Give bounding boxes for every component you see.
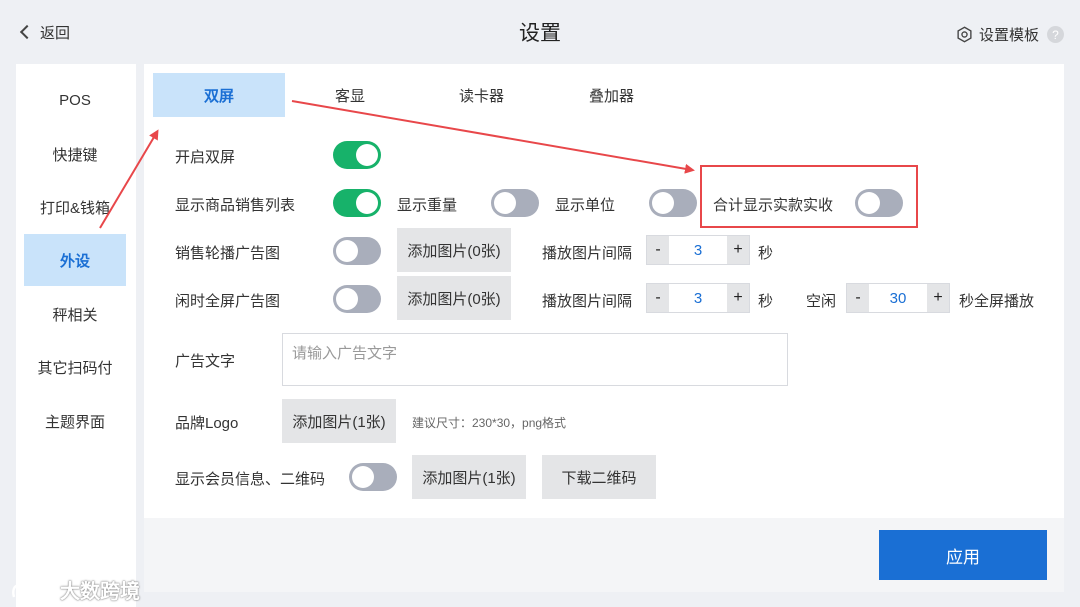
sidebar-item-shortcuts[interactable]: 快捷键 <box>24 128 126 180</box>
decrement-button[interactable]: - <box>647 236 669 264</box>
sidebar-item-scale[interactable]: 秤相关 <box>24 288 126 340</box>
watermark: 大数跨境 <box>10 575 140 604</box>
brand-size-hint: 建议尺寸：230*30，png格式 <box>412 416 567 430</box>
idle-fullscreen-label: 闲时全屏广告图 <box>175 293 281 310</box>
sidebar-item-print-cashbox[interactable]: 打印&钱箱 <box>24 181 126 233</box>
toggle-knob <box>356 192 378 214</box>
increment-button[interactable]: + <box>727 236 749 264</box>
sidebar-item-other-scan-pay[interactable]: 其它扫码付 <box>24 341 126 393</box>
increment-button[interactable]: + <box>727 284 749 312</box>
tab-card-reader[interactable]: 读卡器 <box>424 73 539 117</box>
member-qr-label: 显示会员信息、二维码 <box>175 471 326 488</box>
tab-dual-screen[interactable]: 双屏 <box>153 73 285 117</box>
sales-interval-value[interactable]: 3 <box>669 236 727 264</box>
tab-overlay[interactable]: 叠加器 <box>554 73 669 117</box>
sales-add-image-button[interactable]: 添加图片(0张) <box>397 228 511 272</box>
tab-customer-display[interactable]: 客显 <box>294 73 406 117</box>
sales-interval-stepper: - 3 + <box>646 235 750 265</box>
seconds-unit: 秒 <box>758 245 774 262</box>
brand-logo-label: 品牌Logo <box>175 415 239 432</box>
watermark-logo-icon <box>12 582 51 597</box>
increment-button[interactable]: + <box>927 284 949 312</box>
sidebar: POS 快捷键 打印&钱箱 外设 秤相关 其它扫码付 主题界面 <box>16 64 136 607</box>
settings-template-label: 设置模板 <box>978 27 1039 44</box>
watermark-text: 大数跨境 <box>60 581 140 603</box>
toggle-knob <box>352 466 374 488</box>
toggle-knob <box>336 240 358 262</box>
idle-label: 空闲 <box>806 293 837 310</box>
show-sales-list-label: 显示商品销售列表 <box>175 197 296 214</box>
page-title: 设置 <box>519 22 561 45</box>
idle-interval-stepper: - 3 + <box>646 283 750 313</box>
idle-fullscreen-toggle[interactable] <box>333 285 381 313</box>
settings-template-button[interactable]: 设置模板 ? <box>956 24 1064 45</box>
toggle-knob <box>356 144 378 166</box>
annotation-highlight-box <box>700 165 918 228</box>
decrement-button[interactable]: - <box>847 284 869 312</box>
member-qr-toggle[interactable] <box>349 463 397 491</box>
show-sales-list-toggle[interactable] <box>333 189 381 217</box>
idle-add-image-button[interactable]: 添加图片(0张) <box>397 276 511 320</box>
apply-button[interactable]: 应用 <box>879 530 1047 580</box>
top-bar: 返回 设置 设置模板 ? <box>0 0 1080 62</box>
settings-panel: 双屏 客显 读卡器 叠加器 开启双屏 显示商品销售列表 显示重量 显示单位 合计… <box>144 64 1064 592</box>
idle-time-stepper: - 30 + <box>846 283 950 313</box>
help-icon[interactable]: ? <box>1047 26 1064 43</box>
member-add-image-button[interactable]: 添加图片(1张) <box>412 455 526 499</box>
idle-interval-label: 播放图片间隔 <box>542 293 633 310</box>
show-weight-toggle[interactable] <box>491 189 539 217</box>
ad-text-input[interactable]: 请输入广告文字 <box>282 333 788 386</box>
sales-interval-label: 播放图片间隔 <box>542 245 633 262</box>
toggle-knob <box>494 192 516 214</box>
toggle-knob <box>652 192 674 214</box>
show-unit-label: 显示单位 <box>555 197 616 214</box>
hexagon-gear-icon <box>957 26 972 43</box>
decrement-button[interactable]: - <box>647 284 669 312</box>
download-qr-button[interactable]: 下载二维码 <box>542 455 656 499</box>
idle-after-label: 秒全屏播放 <box>959 293 1035 310</box>
sidebar-item-peripherals[interactable]: 外设 <box>24 234 126 286</box>
sales-carousel-toggle[interactable] <box>333 237 381 265</box>
sidebar-item-pos[interactable]: POS <box>24 74 126 126</box>
sidebar-item-theme[interactable]: 主题界面 <box>24 395 126 447</box>
sales-carousel-label: 销售轮播广告图 <box>175 245 281 262</box>
ad-text-label: 广告文字 <box>175 353 236 370</box>
enable-dual-label: 开启双屏 <box>175 149 236 166</box>
idle-interval-value[interactable]: 3 <box>669 284 727 312</box>
enable-dual-toggle[interactable] <box>333 141 381 169</box>
show-unit-toggle[interactable] <box>649 189 697 217</box>
brand-add-image-button[interactable]: 添加图片(1张) <box>282 399 396 443</box>
seconds-unit: 秒 <box>758 293 774 310</box>
idle-time-value[interactable]: 30 <box>869 284 927 312</box>
toggle-knob <box>336 288 358 310</box>
show-weight-label: 显示重量 <box>397 197 458 214</box>
